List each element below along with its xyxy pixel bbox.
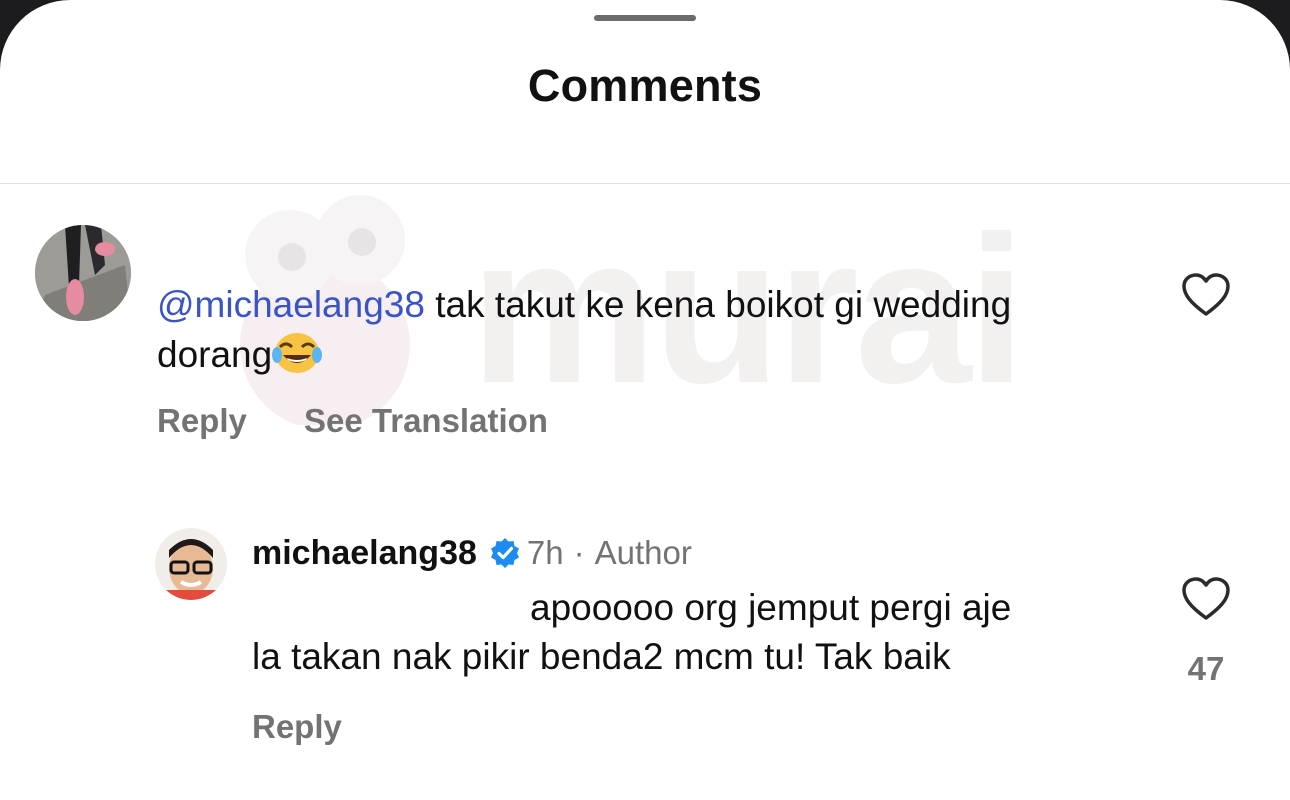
reply-button[interactable]: Reply	[252, 708, 342, 746]
header-divider	[0, 183, 1290, 184]
face-with-tears-of-joy-icon	[272, 333, 323, 373]
verified-badge-icon	[490, 538, 519, 568]
reply-text-line-2: la takan nak pikir benda2 mcm tu! Tak ba…	[252, 636, 951, 677]
sheet-grabber-handle[interactable]	[594, 15, 696, 21]
reply-button[interactable]: Reply	[157, 402, 247, 440]
meta-separator: ·	[573, 534, 585, 571]
reply-text-line-1: apooooo org jemput pergi aje	[530, 587, 1012, 628]
mention-link[interactable]: @michaelang38	[157, 284, 425, 325]
username-link[interactable]: michaelang38	[252, 534, 477, 573]
comments-sheet: Comments murai @michaelang38 tak takut k…	[0, 0, 1290, 800]
timestamp: 7h	[526, 534, 564, 571]
author-avatar[interactable]	[155, 528, 227, 600]
author-label: Author	[594, 534, 692, 571]
heart-icon[interactable]	[1181, 576, 1231, 622]
comment-header: michaelang38 7h · Author	[252, 532, 692, 574]
see-translation-button[interactable]: See Translation	[304, 402, 548, 440]
commenter-avatar[interactable]	[35, 225, 131, 321]
heart-icon[interactable]	[1181, 272, 1231, 318]
comment-text: @michaelang38 tak takut ke kena boikot g…	[157, 280, 1057, 379]
page-title: Comments	[527, 60, 763, 111]
like-count: 47	[1187, 650, 1225, 687]
